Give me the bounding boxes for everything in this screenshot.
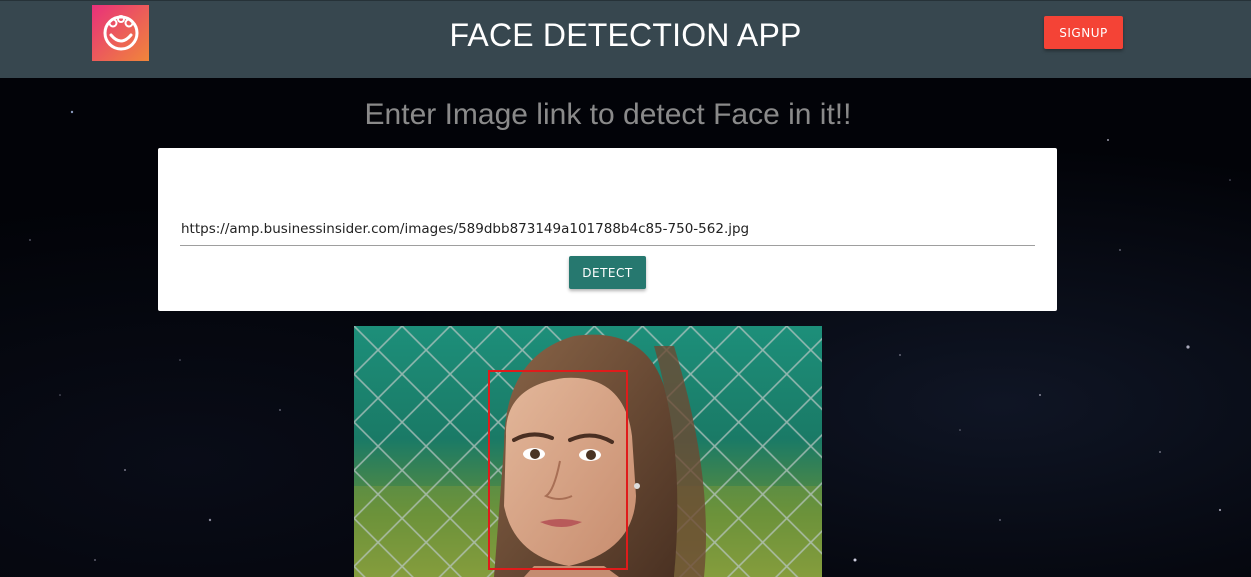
image-link-prompt: Enter Image link to detect Face in it!! [364, 98, 852, 131]
detected-image [354, 326, 822, 577]
image-url-input[interactable] [180, 212, 1035, 246]
image-link-form: DETECT [158, 148, 1057, 311]
app-header: FACE DETECTION APP SIGNUP [0, 0, 1251, 78]
face-bounding-box [488, 370, 628, 570]
detect-button[interactable]: DETECT [569, 256, 646, 289]
signup-button[interactable]: SIGNUP [1044, 16, 1123, 49]
app-page: FACE DETECTION APP SIGNUP Enter Image li… [0, 0, 1251, 577]
